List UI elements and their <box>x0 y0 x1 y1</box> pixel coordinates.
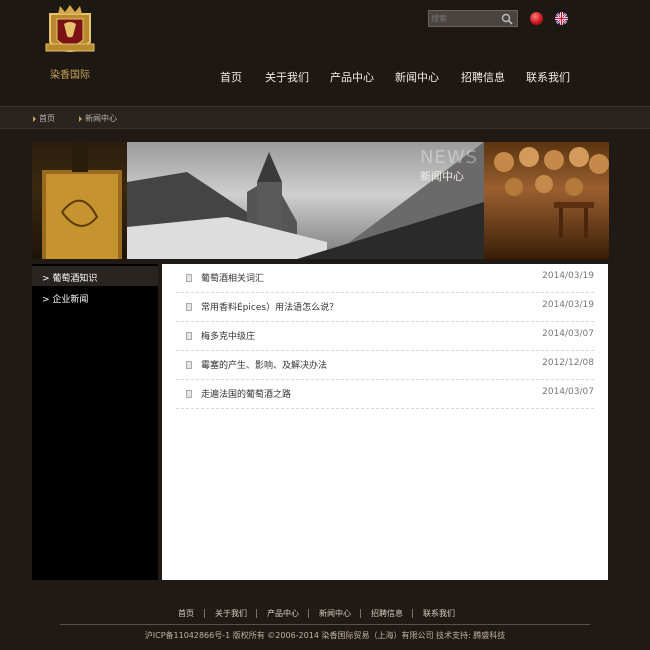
footer-link-jobs[interactable]: 招聘信息 <box>371 608 403 619</box>
footer-link-about[interactable]: 关于我们 <box>215 608 247 619</box>
news-title[interactable]: 梅多克中级庄 <box>201 329 255 342</box>
list-item[interactable]: 走遍法国的葡萄酒之路 2014/03/07 <box>176 380 594 409</box>
sidebar: > 葡萄酒知识 > 企业新闻 <box>32 264 158 580</box>
news-banner <box>32 142 609 259</box>
document-icon <box>186 303 192 311</box>
breadcrumb: 首页 新闻中心 <box>0 106 650 129</box>
nav-contact[interactable]: 联系我们 <box>526 69 570 85</box>
flag-uk-icon[interactable] <box>555 12 568 25</box>
news-date: 2014/03/07 <box>542 387 594 397</box>
nav-jobs[interactable]: 招聘信息 <box>461 69 505 85</box>
document-icon <box>186 332 192 340</box>
nav-news[interactable]: 新闻中心 <box>395 69 439 85</box>
list-item[interactable]: 葡萄酒相关词汇 2014/03/19 <box>176 264 594 293</box>
news-list: 葡萄酒相关词汇 2014/03/19 常用香料Épices）用法语怎么说？ 20… <box>162 264 608 580</box>
crest-logo-icon[interactable] <box>40 2 100 64</box>
footer-divider <box>360 609 361 618</box>
breadcrumb-home[interactable]: 首页 <box>39 113 55 124</box>
footer-divider <box>412 609 413 618</box>
chevron-right-icon: > <box>42 274 50 284</box>
nav-products[interactable]: 产品中心 <box>330 69 374 85</box>
banner-bottle-image <box>32 142 127 259</box>
news-date: 2014/03/19 <box>542 271 594 281</box>
breadcrumb-arrow-icon <box>79 116 82 122</box>
footer-divider <box>308 609 309 618</box>
footer-link-home[interactable]: 首页 <box>178 608 194 619</box>
footer-nav: 首页 关于我们 产品中心 新闻中心 招聘信息 联系我们 <box>0 608 650 622</box>
search-box <box>428 10 518 27</box>
footer-divider <box>204 609 205 618</box>
sidebar-item-wine-knowledge[interactable]: > 葡萄酒知识 <box>32 266 158 286</box>
chevron-right-icon: > <box>42 295 50 305</box>
nav-home[interactable]: 首页 <box>220 69 242 85</box>
main-nav: 首页 关于我们 产品中心 新闻中心 招聘信息 联系我们 <box>0 69 650 85</box>
document-icon <box>186 361 192 369</box>
list-item[interactable]: 梅多克中级庄 2014/03/07 <box>176 322 594 351</box>
banner-cellar-image <box>484 142 609 259</box>
footer-link-news[interactable]: 新闻中心 <box>319 608 351 619</box>
footer-link-contact[interactable]: 联系我们 <box>423 608 455 619</box>
copyright-text: 沪ICP备11042866号-1 版权所有 ©2006-2014 染香国际贸易（… <box>144 631 506 640</box>
footer-divider-line <box>60 624 590 625</box>
news-date: 2014/03/19 <box>542 300 594 310</box>
news-date: 2012/12/08 <box>542 358 594 368</box>
list-item[interactable]: 霉塞的产生、影响、及解决办法 2012/12/08 <box>176 351 594 380</box>
site-header: 染香国际 首页 关于我们 产品中心 新闻中心 招聘信息 联系我们 <box>0 0 650 105</box>
banner-news-label: NEWS <box>420 147 479 168</box>
news-title[interactable]: 走遍法国的葡萄酒之路 <box>201 387 291 400</box>
search-icon[interactable] <box>500 12 514 26</box>
flag-cn-icon[interactable] <box>530 12 543 25</box>
news-title[interactable]: 霉塞的产生、影响、及解决办法 <box>201 358 327 371</box>
banner-title: 新闻中心 <box>420 170 464 183</box>
document-icon <box>186 390 192 398</box>
nav-about[interactable]: 关于我们 <box>265 69 309 85</box>
list-item[interactable]: 常用香料Épices）用法语怎么说？ 2014/03/19 <box>176 293 594 322</box>
breadcrumb-arrow-icon <box>33 116 36 122</box>
footer-divider <box>256 609 257 618</box>
news-title[interactable]: 常用香料Épices）用法语怎么说？ <box>201 300 338 313</box>
breadcrumb-current: 新闻中心 <box>85 114 117 123</box>
sidebar-item-label: 葡萄酒知识 <box>52 274 98 284</box>
footer-link-products[interactable]: 产品中心 <box>267 608 299 619</box>
search-input[interactable] <box>431 12 497 25</box>
sidebar-item-label: 企业新闻 <box>52 295 89 305</box>
sidebar-item-company-news[interactable]: > 企业新闻 <box>32 287 158 307</box>
news-date: 2014/03/07 <box>542 329 594 339</box>
news-title[interactable]: 葡萄酒相关词汇 <box>201 271 264 284</box>
document-icon <box>186 274 192 282</box>
